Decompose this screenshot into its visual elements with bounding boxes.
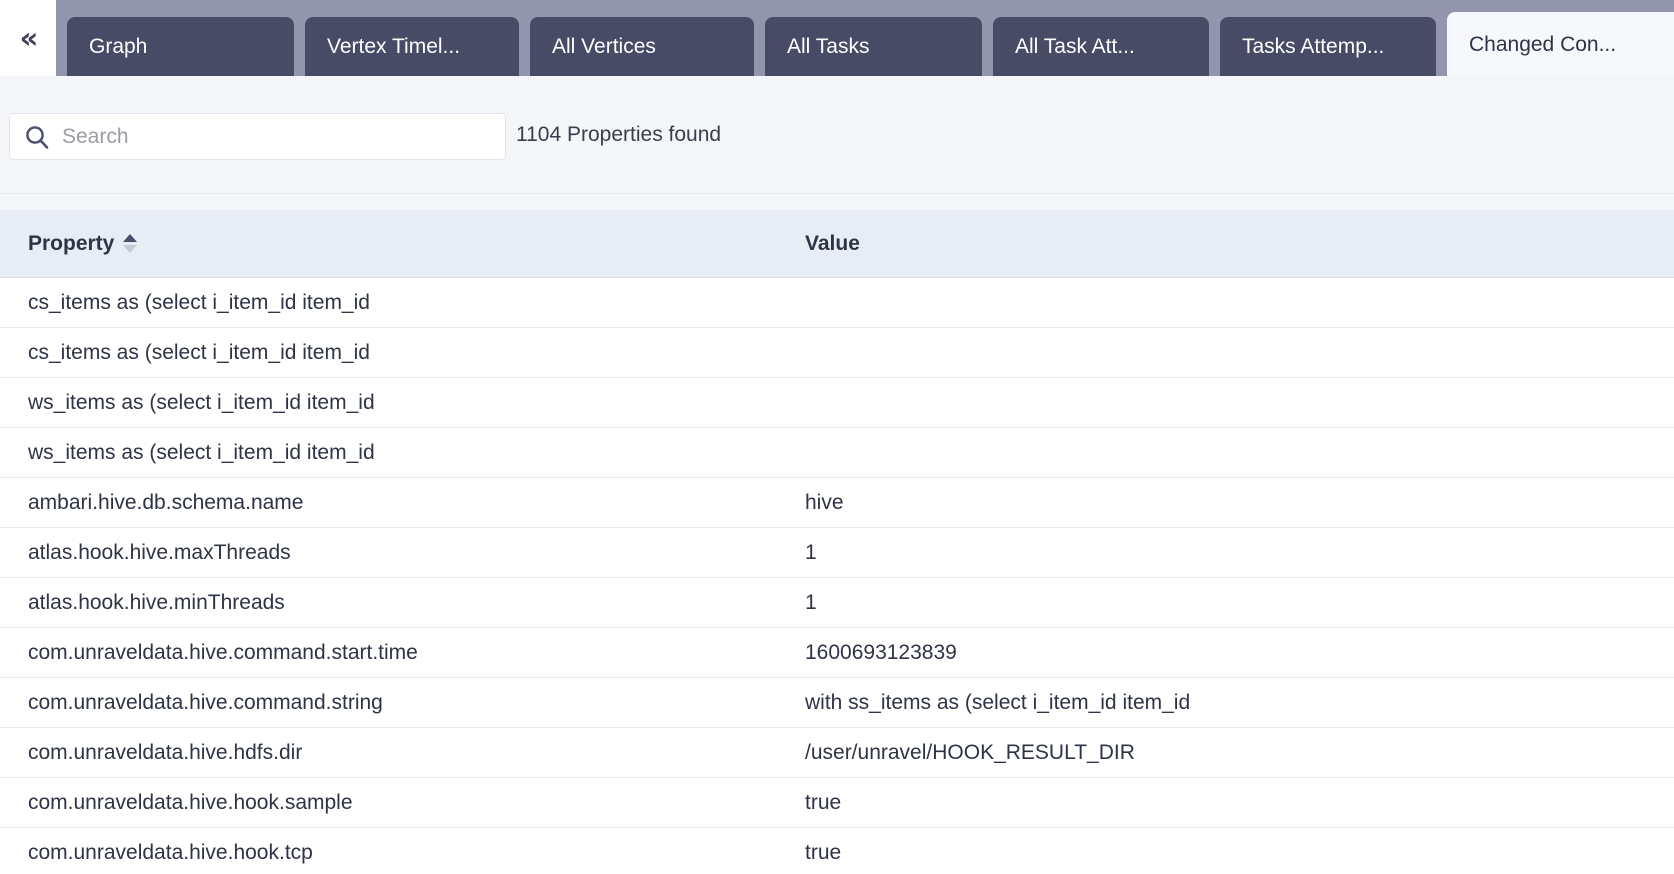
- sort-ascending-icon[interactable]: [123, 234, 138, 253]
- table-row[interactable]: com.unraveldata.hive.hook.tcp true: [0, 828, 1674, 874]
- tab-changed-configuration[interactable]: Changed Con...: [1447, 12, 1674, 76]
- tab-label: All Tasks: [787, 35, 870, 58]
- tab-list: Graph Vertex Timel... All Vertices All T…: [56, 0, 1674, 76]
- double-chevron-left-icon: «: [19, 20, 39, 55]
- table-row[interactable]: com.unraveldata.hive.command.string with…: [0, 678, 1674, 728]
- table-row[interactable]: com.unraveldata.hive.command.start.time …: [0, 628, 1674, 678]
- search-input[interactable]: [62, 114, 491, 159]
- search-field-wrapper[interactable]: [9, 113, 506, 160]
- table-body: cs_items as (select i_item_id item_id cs…: [0, 278, 1674, 874]
- tab-label: Vertex Timel...: [327, 35, 461, 58]
- sort-arrow-up-icon: [123, 234, 138, 242]
- cell-property: com.unraveldata.hive.hook.tcp: [28, 840, 313, 864]
- cell-value: hive: [805, 490, 844, 514]
- cell-property: com.unraveldata.hive.hook.sample: [28, 790, 353, 814]
- sort-arrow-down-icon: [123, 245, 138, 253]
- collapse-sidebar-button[interactable]: «: [0, 0, 56, 76]
- cell-value: 1600693123839: [805, 640, 957, 664]
- column-header-value: Value: [805, 232, 1674, 256]
- cell-property: ws_items as (select i_item_id item_id: [28, 390, 375, 414]
- table-row[interactable]: ws_items as (select i_item_id item_id: [0, 378, 1674, 428]
- table-header-row: Property Value: [0, 210, 1674, 278]
- cell-property: com.unraveldata.hive.command.string: [28, 690, 383, 714]
- tab-label: All Task Att...: [1015, 35, 1135, 58]
- tab-all-vertices[interactable]: All Vertices: [530, 17, 754, 76]
- column-header-label: Value: [805, 231, 860, 255]
- table-row[interactable]: ws_items as (select i_item_id item_id: [0, 428, 1674, 478]
- tab-label: All Vertices: [552, 35, 656, 58]
- properties-table: Property Value cs_items as (select i_ite…: [0, 210, 1674, 874]
- table-row[interactable]: cs_items as (select i_item_id item_id: [0, 328, 1674, 378]
- table-row[interactable]: com.unraveldata.hive.hdfs.dir /user/unra…: [0, 728, 1674, 778]
- tab-graph[interactable]: Graph: [67, 17, 294, 76]
- table-row[interactable]: cs_items as (select i_item_id item_id: [0, 278, 1674, 328]
- cell-property: com.unraveldata.hive.command.start.time: [28, 640, 418, 664]
- properties-found-count: 1104 Properties found: [516, 123, 722, 146]
- column-header-label: Property: [28, 231, 115, 255]
- table-row[interactable]: atlas.hook.hive.maxThreads 1: [0, 528, 1674, 578]
- tab-label: Tasks Attemp...: [1242, 35, 1385, 58]
- tab-all-tasks[interactable]: All Tasks: [765, 17, 982, 76]
- tab-label: Graph: [89, 35, 148, 58]
- tab-label: Changed Con...: [1469, 32, 1617, 56]
- cell-property: cs_items as (select i_item_id item_id: [28, 340, 370, 364]
- toolbar-divider: [0, 193, 1674, 194]
- cell-value: with ss_items as (select i_item_id item_…: [805, 690, 1191, 714]
- search-toolbar: 1104 Properties found: [0, 76, 1674, 194]
- tab-vertex-timeline[interactable]: Vertex Timel...: [305, 17, 519, 76]
- changed-configuration-panel: « Graph Vertex Timel... All Vertices All…: [0, 0, 1674, 874]
- tab-all-task-attempts[interactable]: All Task Att...: [993, 17, 1209, 76]
- table-row[interactable]: com.unraveldata.hive.hook.sample true: [0, 778, 1674, 828]
- cell-value: /user/unravel/HOOK_RESULT_DIR: [805, 740, 1135, 764]
- cell-property: ws_items as (select i_item_id item_id: [28, 440, 375, 464]
- tab-tasks-attempts[interactable]: Tasks Attemp...: [1220, 17, 1436, 76]
- cell-property: cs_items as (select i_item_id item_id: [28, 290, 370, 314]
- cell-property: com.unraveldata.hive.hdfs.dir: [28, 740, 303, 764]
- cell-value: 1: [805, 590, 817, 614]
- cell-property: ambari.hive.db.schema.name: [28, 490, 304, 514]
- cell-value: true: [805, 790, 842, 814]
- table-row[interactable]: atlas.hook.hive.minThreads 1: [0, 578, 1674, 628]
- table-row[interactable]: ambari.hive.db.schema.name hive: [0, 478, 1674, 528]
- cell-property: atlas.hook.hive.maxThreads: [28, 540, 291, 564]
- search-icon: [26, 125, 49, 149]
- column-header-property[interactable]: Property: [0, 232, 805, 256]
- cell-value: true: [805, 840, 842, 864]
- cell-value: 1: [805, 540, 817, 564]
- cell-property: atlas.hook.hive.minThreads: [28, 590, 285, 614]
- tab-strip: « Graph Vertex Timel... All Vertices All…: [0, 0, 1674, 76]
